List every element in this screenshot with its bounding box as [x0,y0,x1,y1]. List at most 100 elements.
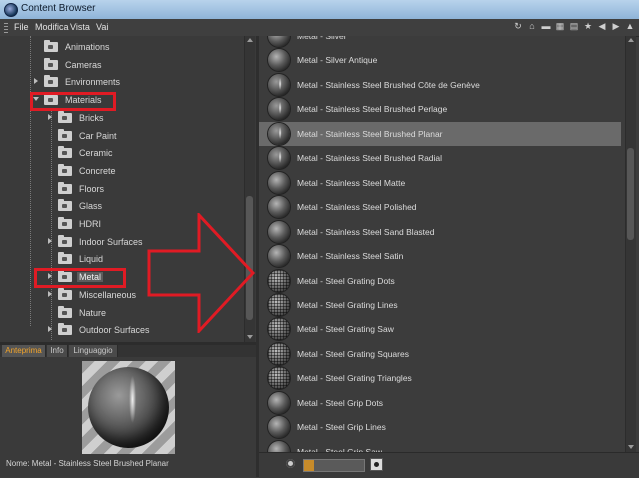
menu-bar: File Modifica Vista Vai ↻ ⌂ ▬ ▦ ▤ ★ ◀ ▶ … [0,19,639,37]
scroll-down-arrow-icon[interactable] [247,335,253,339]
material-name: Metal - Steel Grating Lines [297,299,398,310]
name-label: Nome: [6,459,30,468]
tree-item-floors[interactable]: Floors [0,181,240,198]
list-item[interactable]: Metal - Steel Grip Dots [259,391,621,415]
tree-item-label: Outdoor Surfaces [79,325,150,336]
list-item[interactable]: Metal - Stainless Steel Matte [259,171,621,195]
material-name: Metal - Stainless Steel Matte [297,177,406,188]
material-name: Metal - Stainless Steel Brushed Perlage [297,104,448,115]
list-item[interactable]: Metal - Steel Grating Saw [259,317,621,341]
material-thumbnail [268,196,290,219]
folder-icon [58,287,72,300]
list-item[interactable]: Metal - Stainless Steel Brushed Radial [259,146,621,170]
scroll-up-arrow-icon[interactable] [247,38,253,42]
material-thumbnail [268,98,290,121]
expand-arrow-icon[interactable] [48,237,52,244]
list-item[interactable]: Metal - Stainless Steel Brushed Perlage [259,97,621,121]
list-item[interactable]: Metal - Steel Grip Saw [259,440,621,452]
small-thumbnail-icon[interactable] [286,459,295,468]
scroll-down-arrow-icon[interactable] [628,445,634,449]
list-scroll-thumb[interactable] [627,148,634,240]
expand-arrow-icon[interactable] [48,290,52,297]
large-thumbnail-icon[interactable] [370,458,383,471]
home-icon[interactable]: ⌂ [527,21,537,32]
material-thumbnail [268,147,290,170]
menu-file[interactable]: File [14,22,29,32]
tree-item-label: Cameras [65,59,102,70]
slider-handle[interactable] [304,460,314,471]
folder-icon [58,305,72,318]
tree-item-label: Miscellaneous [79,289,137,300]
material-name: Metal - Stainless Steel Satin [297,251,404,262]
tree-item-label: HDRI [79,219,101,229]
material-sphere [88,367,169,448]
list-item[interactable]: Metal - Steel Grating Dots [259,269,621,293]
folder-icon [58,234,72,247]
thumbnail-size-slider[interactable] [303,459,365,472]
expand-arrow-icon[interactable] [48,113,52,120]
folder-icon [58,110,72,123]
window-title: Content Browser [21,3,96,14]
material-thumbnail [268,269,290,292]
folder-icon [58,199,72,212]
material-preview [82,361,175,454]
folder-icon [58,163,72,176]
list-item[interactable]: Metal - Stainless Steel Brushed Planar [259,121,621,146]
tree-item-label: Ceramic [79,148,113,159]
folder-icon [44,57,58,70]
preview-name-row: Nome: Metal - Stainless Steel Brushed Pl… [6,459,169,468]
list-item[interactable]: Metal - Steel Grip Lines [259,415,621,439]
tab-info[interactable]: Info [47,345,68,357]
list-item[interactable]: Metal - Stainless Steel Satin [259,244,621,268]
highlight-box-materials [30,92,116,111]
folder-icon [58,146,72,159]
refresh-icon[interactable]: ↻ [513,21,523,32]
list-scrollbar[interactable] [625,36,636,452]
tree-item-label: Liquid [79,254,104,265]
material-thumbnail [268,318,290,341]
app-icon [4,3,18,17]
list-item[interactable]: Metal - Silver [259,36,621,48]
folder-icon[interactable]: ▬ [541,21,551,32]
list-item[interactable]: Metal - Stainless Steel Brushed Côte de … [259,73,621,97]
menu-modifica[interactable]: Modifica [35,22,69,32]
material-name: Metal - Steel Grating Squares [297,348,409,359]
tree-item-label: Floors [79,183,105,194]
expand-arrow-icon[interactable] [34,78,38,85]
tree-item-label: Bricks [79,112,104,123]
material-thumbnail [268,73,290,96]
tree-item-car-paint[interactable]: Car Paint [0,128,240,145]
material-name: Metal - Stainless Steel Brushed Côte de … [297,79,480,90]
tree-item-concrete[interactable]: Concrete [0,163,240,180]
folder-icon [58,181,72,194]
material-name: Metal - Stainless Steel Polished [297,202,417,213]
expand-arrow-icon[interactable] [48,326,52,333]
tree-item-environments[interactable]: Environments [0,74,240,91]
list-item[interactable]: Metal - Steel Grating Squares [259,342,621,366]
list-item[interactable]: Metal - Stainless Steel Polished [259,195,621,219]
scroll-up-arrow-icon[interactable] [628,38,634,42]
folder-icon [58,323,72,336]
tree-item-label: Environments [65,77,121,88]
menu-vista[interactable]: Vista [70,22,90,32]
title-bar: Content Browser [0,0,639,20]
list-item[interactable]: Metal - Steel Grating Triangles [259,366,621,390]
tab-linguaggio[interactable]: Linguaggio [69,345,118,357]
folder-icon [44,75,58,88]
forward-icon[interactable]: ▶ [611,21,621,32]
list-view-icon[interactable]: ▤ [569,21,579,32]
grid-view-icon[interactable]: ▦ [555,21,565,32]
tree-item-animations[interactable]: Animations [0,39,240,56]
grip-icon [4,23,8,33]
tab-anteprima[interactable]: Anteprima [2,345,46,357]
list-item[interactable]: Metal - Stainless Steel Sand Blasted [259,220,621,244]
tree-item-ceramic[interactable]: Ceramic [0,145,240,162]
back-icon[interactable]: ◀ [597,21,607,32]
tree-item-bricks[interactable]: Bricks [0,110,240,127]
up-icon[interactable]: ▲ [625,21,635,32]
list-item[interactable]: Metal - Steel Grating Lines [259,293,621,317]
tree-item-cameras[interactable]: Cameras [0,57,240,74]
menu-vai[interactable]: Vai [96,22,108,32]
list-item[interactable]: Metal - Silver Antique [259,48,621,72]
star-icon[interactable]: ★ [583,21,593,32]
